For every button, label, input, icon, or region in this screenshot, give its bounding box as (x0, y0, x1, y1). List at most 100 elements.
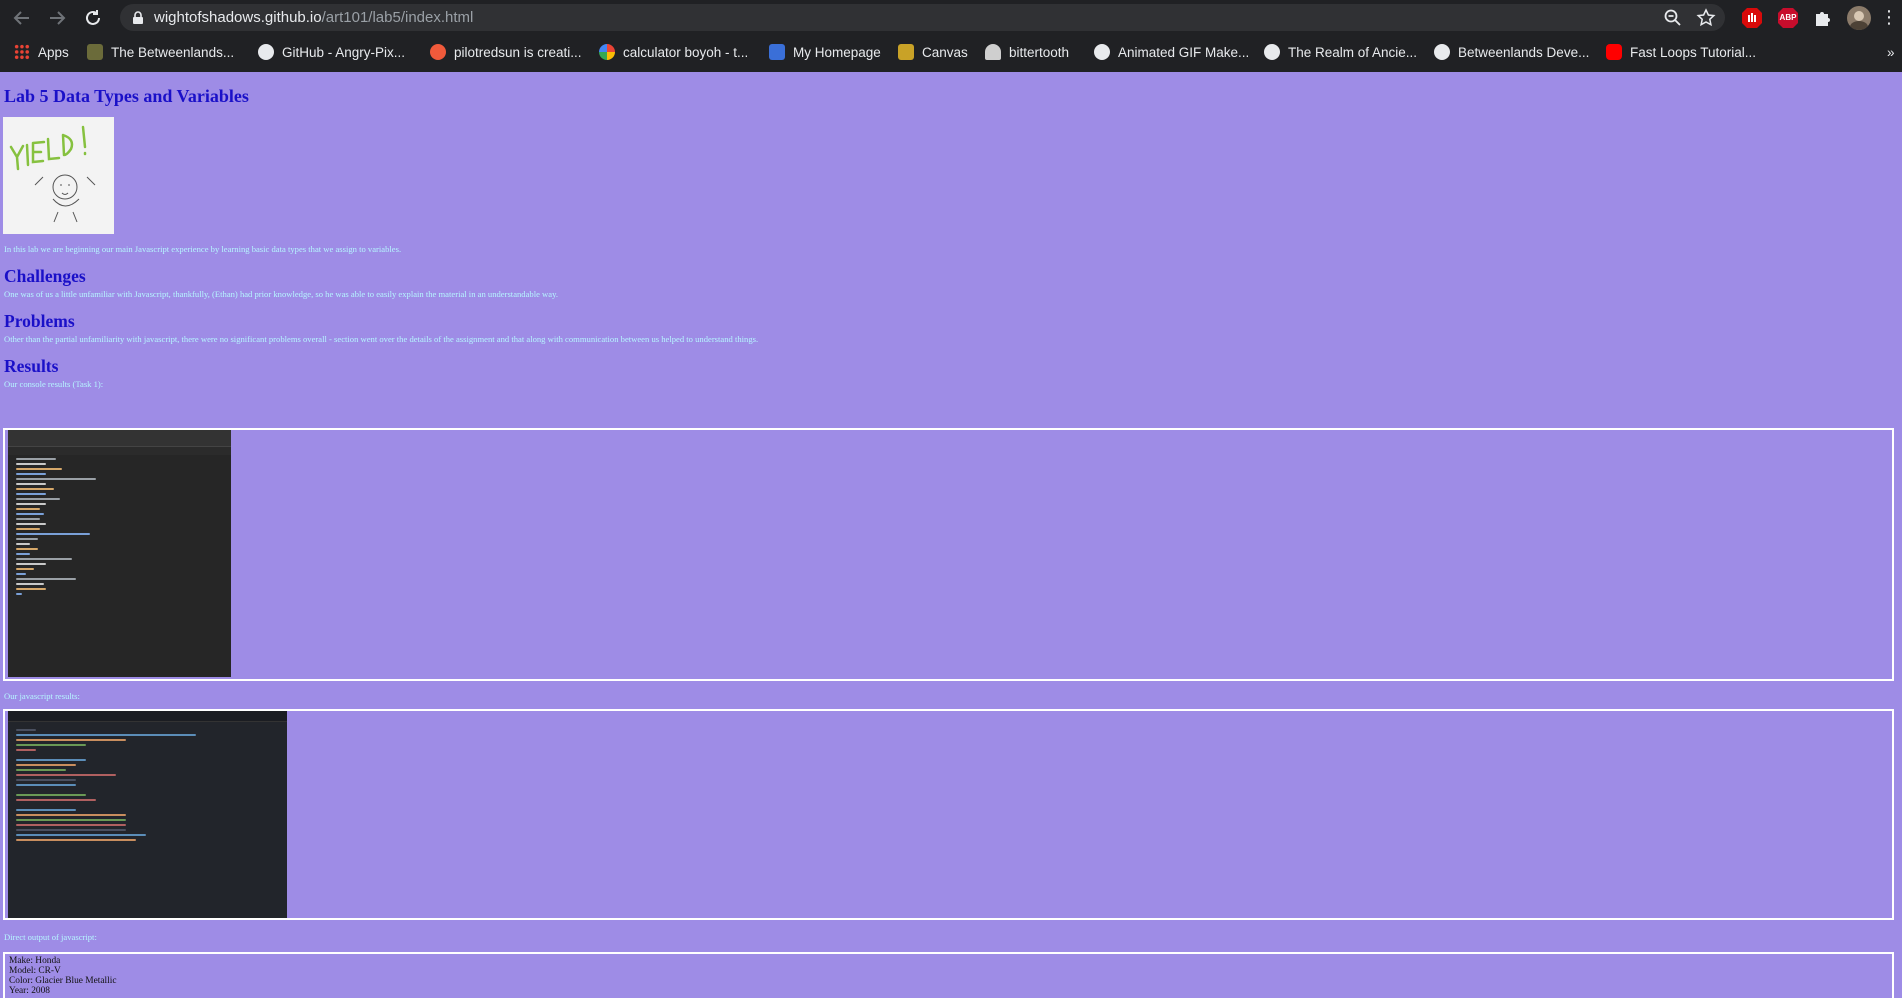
screenshot-code-line (16, 548, 38, 550)
screenshot-code-line (16, 503, 46, 505)
homepage-icon (769, 44, 785, 60)
screenshot-code-line (16, 759, 86, 761)
browser-toolbar: wightofshadows.github.io/art101/lab5/ind… (0, 0, 1902, 35)
forward-arrow-icon[interactable] (44, 5, 70, 31)
problems-text: Other than the partial unfamiliarity wit… (4, 334, 759, 344)
bookmark-realm[interactable]: The Realm of Ancie... (1264, 37, 1417, 67)
output-line: Year: 2008 (9, 986, 50, 996)
bookmark-my-homepage[interactable]: My Homepage (769, 37, 881, 67)
screenshot-code-line (16, 583, 44, 585)
screenshot-code-line (16, 769, 66, 771)
bookmarks-overflow[interactable]: » (1887, 37, 1895, 67)
abp-label: ABP (1779, 13, 1797, 22)
screenshot-code-line (16, 819, 126, 821)
bookmark-pilotredsun[interactable]: pilotredsun is creati... (430, 37, 582, 67)
google-icon (599, 44, 615, 60)
screenshot-code-line (16, 764, 76, 766)
screenshot-code-line (16, 578, 76, 580)
screenshot-code-line (16, 483, 46, 485)
bookmark-calculator[interactable]: calculator boyoh - t... (599, 37, 748, 67)
bookmark-betweenlands[interactable]: The Betweenlands... (87, 37, 234, 67)
screenshot-code-line (16, 513, 44, 515)
bookmark-bittertooth[interactable]: bittertooth (985, 37, 1069, 67)
betweenlands-icon (87, 44, 103, 60)
screenshot-code-line (16, 543, 30, 545)
screenshot-code-line (16, 538, 38, 540)
bookmark-label: calculator boyoh - t... (623, 44, 749, 60)
output-line: Make: Honda (9, 956, 61, 966)
output-line: Color: Glacier Blue Metallic (9, 976, 117, 986)
puzzle-icon[interactable] (1811, 6, 1835, 30)
output-line: Model: CR-V (9, 966, 61, 976)
canvas-icon (898, 44, 914, 60)
screenshot-code-line (16, 824, 126, 826)
challenges-text: One was of us a little unfamiliar with J… (4, 289, 558, 299)
screenshot-code-line (16, 794, 86, 796)
javascript-caption: Our javascript results: (4, 691, 80, 701)
bookmark-fast-loops[interactable]: Fast Loops Tutorial... (1606, 37, 1756, 67)
screenshot-code-line (16, 779, 76, 781)
screenshot-code-line (16, 553, 30, 555)
javascript-output-box: Make: Honda Model: CR-V Color: Glacier B… (3, 952, 1894, 998)
bookmark-betweenlands-dev[interactable]: Betweenlands Deve... (1434, 37, 1589, 67)
screenshot-code-line (16, 809, 76, 811)
bookmarks-bar: Apps The Betweenlands... GitHub - Angry-… (0, 37, 1902, 67)
lock-icon (133, 11, 143, 24)
javascript-results-frame (3, 709, 1894, 920)
screenshot-code-line (16, 829, 126, 831)
bookmark-label: Betweenlands Deve... (1458, 44, 1590, 60)
bookmark-canvas[interactable]: Canvas (898, 37, 968, 67)
console-screenshot (8, 430, 231, 677)
bookmark-label: Canvas (922, 44, 968, 60)
screenshot-code-line (16, 528, 40, 530)
bookmark-apps[interactable]: Apps (14, 37, 69, 67)
profile-avatar[interactable] (1847, 6, 1871, 30)
abp-icon[interactable]: ABP (1776, 6, 1800, 30)
bookmarks-overflow-label: » (1887, 44, 1895, 60)
screenshot-code-line (16, 729, 36, 731)
bookmark-label: My Homepage (793, 44, 881, 60)
direct-output-caption: Direct output of javascript: (4, 932, 97, 942)
reload-icon[interactable] (80, 5, 106, 31)
results-heading: Results (4, 356, 59, 376)
apps-grid-icon (14, 44, 30, 60)
bittertooth-icon (985, 44, 1001, 60)
bookmark-label: Apps (38, 44, 69, 60)
zoom-icon[interactable] (1662, 7, 1684, 29)
challenges-heading: Challenges (4, 266, 86, 286)
screenshot-code-line (16, 834, 146, 836)
bookmark-star-icon[interactable] (1695, 7, 1717, 29)
console-results-frame (3, 428, 1894, 681)
adblock-icon[interactable] (1740, 6, 1764, 30)
screenshot-code-line (16, 478, 96, 480)
intro-text: In this lab we are beginning our main Ja… (4, 244, 402, 254)
youtube-icon (1606, 44, 1622, 60)
address-bar[interactable]: wightofshadows.github.io/art101/lab5/ind… (120, 4, 1725, 31)
screenshot-code-line (16, 568, 34, 570)
screenshot-code-line (16, 774, 116, 776)
back-arrow-icon[interactable] (9, 5, 35, 31)
screenshot-code-line (16, 458, 56, 460)
console-caption: Our console results (Task 1): (4, 379, 104, 389)
screenshot-code-line (16, 799, 96, 801)
screenshot-code-line (16, 558, 72, 560)
screenshot-code-line (16, 749, 36, 751)
screenshot-code-line (16, 533, 90, 535)
url-text[interactable]: wightofshadows.github.io/art101/lab5/ind… (154, 4, 473, 31)
screenshot-code-line (16, 518, 40, 520)
bookmark-label: pilotredsun is creati... (454, 44, 582, 60)
page-title: Lab 5 Data Types and Variables (4, 86, 249, 106)
bookmark-label: The Betweenlands... (111, 44, 235, 60)
screenshot-code-line (16, 784, 76, 786)
screenshot-code-line (16, 468, 62, 470)
bookmark-label: Animated GIF Make... (1118, 44, 1250, 60)
screenshot-code-line (16, 563, 46, 565)
screenshot-code-line (16, 508, 40, 510)
screenshot-code-line (16, 488, 54, 490)
bookmark-animated-gif[interactable]: Animated GIF Make... (1094, 37, 1249, 67)
menu-kebab-icon[interactable]: ⋮ (1880, 5, 1898, 31)
bookmark-github-angry-pix[interactable]: GitHub - Angry-Pix... (258, 37, 405, 67)
screenshot-code-line (16, 588, 46, 590)
bookmark-label: bittertooth (1009, 44, 1070, 60)
browser-chrome: wightofshadows.github.io/art101/lab5/ind… (0, 0, 1902, 72)
